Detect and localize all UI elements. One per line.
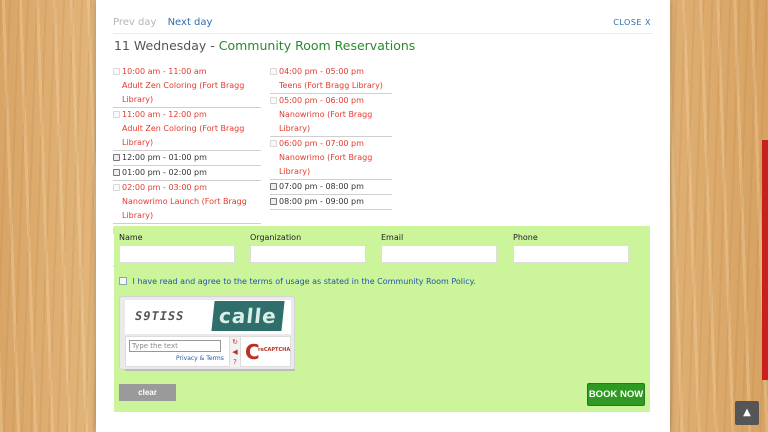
slot-time: 10:00 am - 11:00 am (122, 67, 207, 76)
time-slot[interactable]: 01:00 pm - 02:00 pm (113, 166, 261, 181)
time-slot[interactable]: 04:00 pm - 05:00 pm Teens (Fort Bragg Lib… (270, 65, 392, 94)
title-room: Community Room Reservations (218, 38, 416, 53)
slot-checkbox (113, 68, 120, 75)
slot-event: Nanowrimo (Fort Bragg Library) (279, 110, 373, 133)
day-navigation: Prev day Next day CLOSE X (113, 17, 653, 31)
slot-checkbox (270, 68, 277, 75)
recaptcha-logo: C reCAPTCHA (245, 339, 291, 365)
phone-field[interactable] (513, 245, 629, 263)
divider (113, 33, 653, 34)
time-slot[interactable]: 10:00 am - 11:00 am Adult Zen Coloring (F… (113, 65, 261, 108)
clear-button[interactable]: clear (119, 384, 176, 401)
email-field[interactable] (381, 245, 497, 263)
slot-checkbox[interactable] (113, 154, 120, 161)
captcha-input[interactable]: Type the text (129, 340, 221, 352)
phone-label: Phone (513, 233, 538, 242)
slot-checkbox[interactable] (270, 198, 277, 205)
slots-column-2: 04:00 pm - 05:00 pm Teens (Fort Bragg Lib… (270, 65, 392, 210)
time-slot[interactable]: 05:00 pm - 06:00 pm Nanowrimo (Fort Bragg… (270, 94, 392, 137)
chevron-up-icon: ▲ (743, 407, 751, 418)
help-icon[interactable]: ? (230, 357, 240, 367)
organization-label: Organization (250, 233, 302, 242)
organization-field[interactable] (250, 245, 366, 263)
slot-checkbox[interactable] (113, 169, 120, 176)
title-weekday: Wednesday (133, 38, 207, 53)
slot-checkbox[interactable] (270, 183, 277, 190)
title-day: 11 (114, 38, 130, 53)
name-field-group: Name (119, 233, 235, 263)
time-slot[interactable]: 06:00 pm - 07:00 pm Nanowrimo (Fort Bragg… (270, 137, 392, 180)
captcha-icon-bar: ↻ ◀ ? (229, 337, 241, 367)
audio-icon[interactable]: ◀ (230, 347, 240, 357)
email-field-group: Email (381, 233, 497, 263)
captcha-scrollbar[interactable] (125, 369, 295, 371)
title-separator: - (210, 38, 215, 53)
slot-event: Adult Zen Coloring (Fort Bragg Library) (122, 124, 245, 147)
slot-time: 12:00 pm - 01:00 pm (122, 153, 207, 162)
slot-time: 02:00 pm - 03:00 pm (122, 183, 207, 192)
refresh-icon[interactable]: ↻ (230, 337, 240, 347)
slot-event: Teens (Fort Bragg Library) (279, 81, 383, 90)
captcha-privacy-link[interactable]: Privacy & Terms (176, 355, 224, 362)
slot-checkbox (270, 97, 277, 104)
prev-day-link[interactable]: Prev day (113, 17, 156, 28)
email-label: Email (381, 233, 404, 242)
slot-time: 06:00 pm - 07:00 pm (279, 139, 364, 148)
organization-field-group: Organization (250, 233, 366, 263)
captcha-controls: Type the text Privacy & Terms ↻ ◀ ? C re… (125, 336, 291, 367)
recaptcha-logo-text: reCAPTCHA (258, 347, 291, 353)
time-slot[interactable]: 12:00 pm - 01:00 pm (113, 151, 261, 166)
slot-time: 04:00 pm - 05:00 pm (279, 67, 364, 76)
close-button[interactable]: CLOSE X (613, 18, 651, 27)
captcha-word-1: S9TISS (133, 309, 186, 323)
terms-checkbox[interactable] (119, 277, 127, 285)
slot-time: 01:00 pm - 02:00 pm (122, 168, 207, 177)
book-now-button[interactable]: BOOK NOW (587, 383, 645, 406)
captcha-image: S9TISS calle (125, 300, 291, 334)
slot-event: Adult Zen Coloring (Fort Bragg Library) (122, 81, 245, 104)
slot-checkbox (113, 184, 120, 191)
booking-form: Name Organization Email Phone I have rea… (114, 226, 650, 412)
next-day-link[interactable]: Next day (168, 17, 213, 28)
reservation-modal: Prev day Next day CLOSE X 11 Wednesday -… (96, 0, 670, 432)
time-slot[interactable]: 02:00 pm - 03:00 pm Nanowrimo Launch (For… (113, 181, 261, 224)
recaptcha-widget: S9TISS calle Type the text Privacy & Ter… (119, 296, 295, 371)
terms-agreement: I have read and agree to the terms of us… (119, 277, 476, 286)
slot-time: 08:00 pm - 09:00 pm (279, 197, 364, 206)
page-title: 11 Wednesday - Community Room Reservatio… (114, 38, 415, 53)
terms-text: I have read and agree to the terms of us… (132, 277, 476, 286)
time-slot[interactable]: 11:00 am - 12:00 pm Adult Zen Coloring (F… (113, 108, 261, 151)
phone-field-group: Phone (513, 233, 629, 263)
slot-event: Nanowrimo (Fort Bragg Library) (279, 153, 373, 176)
time-slot[interactable]: 07:00 pm - 08:00 pm (270, 180, 392, 195)
captcha-word-2: calle (211, 301, 285, 331)
slot-checkbox (270, 140, 277, 147)
slot-time: 07:00 pm - 08:00 pm (279, 182, 364, 191)
name-field[interactable] (119, 245, 235, 263)
time-slot[interactable]: 08:00 pm - 09:00 pm (270, 195, 392, 210)
slot-time: 05:00 pm - 06:00 pm (279, 96, 364, 105)
scroll-to-top-button[interactable]: ▲ (735, 401, 759, 425)
slot-time: 11:00 am - 12:00 pm (122, 110, 207, 119)
slot-event: Nanowrimo Launch (Fort Bragg Library) (122, 197, 247, 220)
slot-checkbox (113, 111, 120, 118)
name-label: Name (119, 233, 143, 242)
side-accent-stripe (762, 140, 768, 380)
